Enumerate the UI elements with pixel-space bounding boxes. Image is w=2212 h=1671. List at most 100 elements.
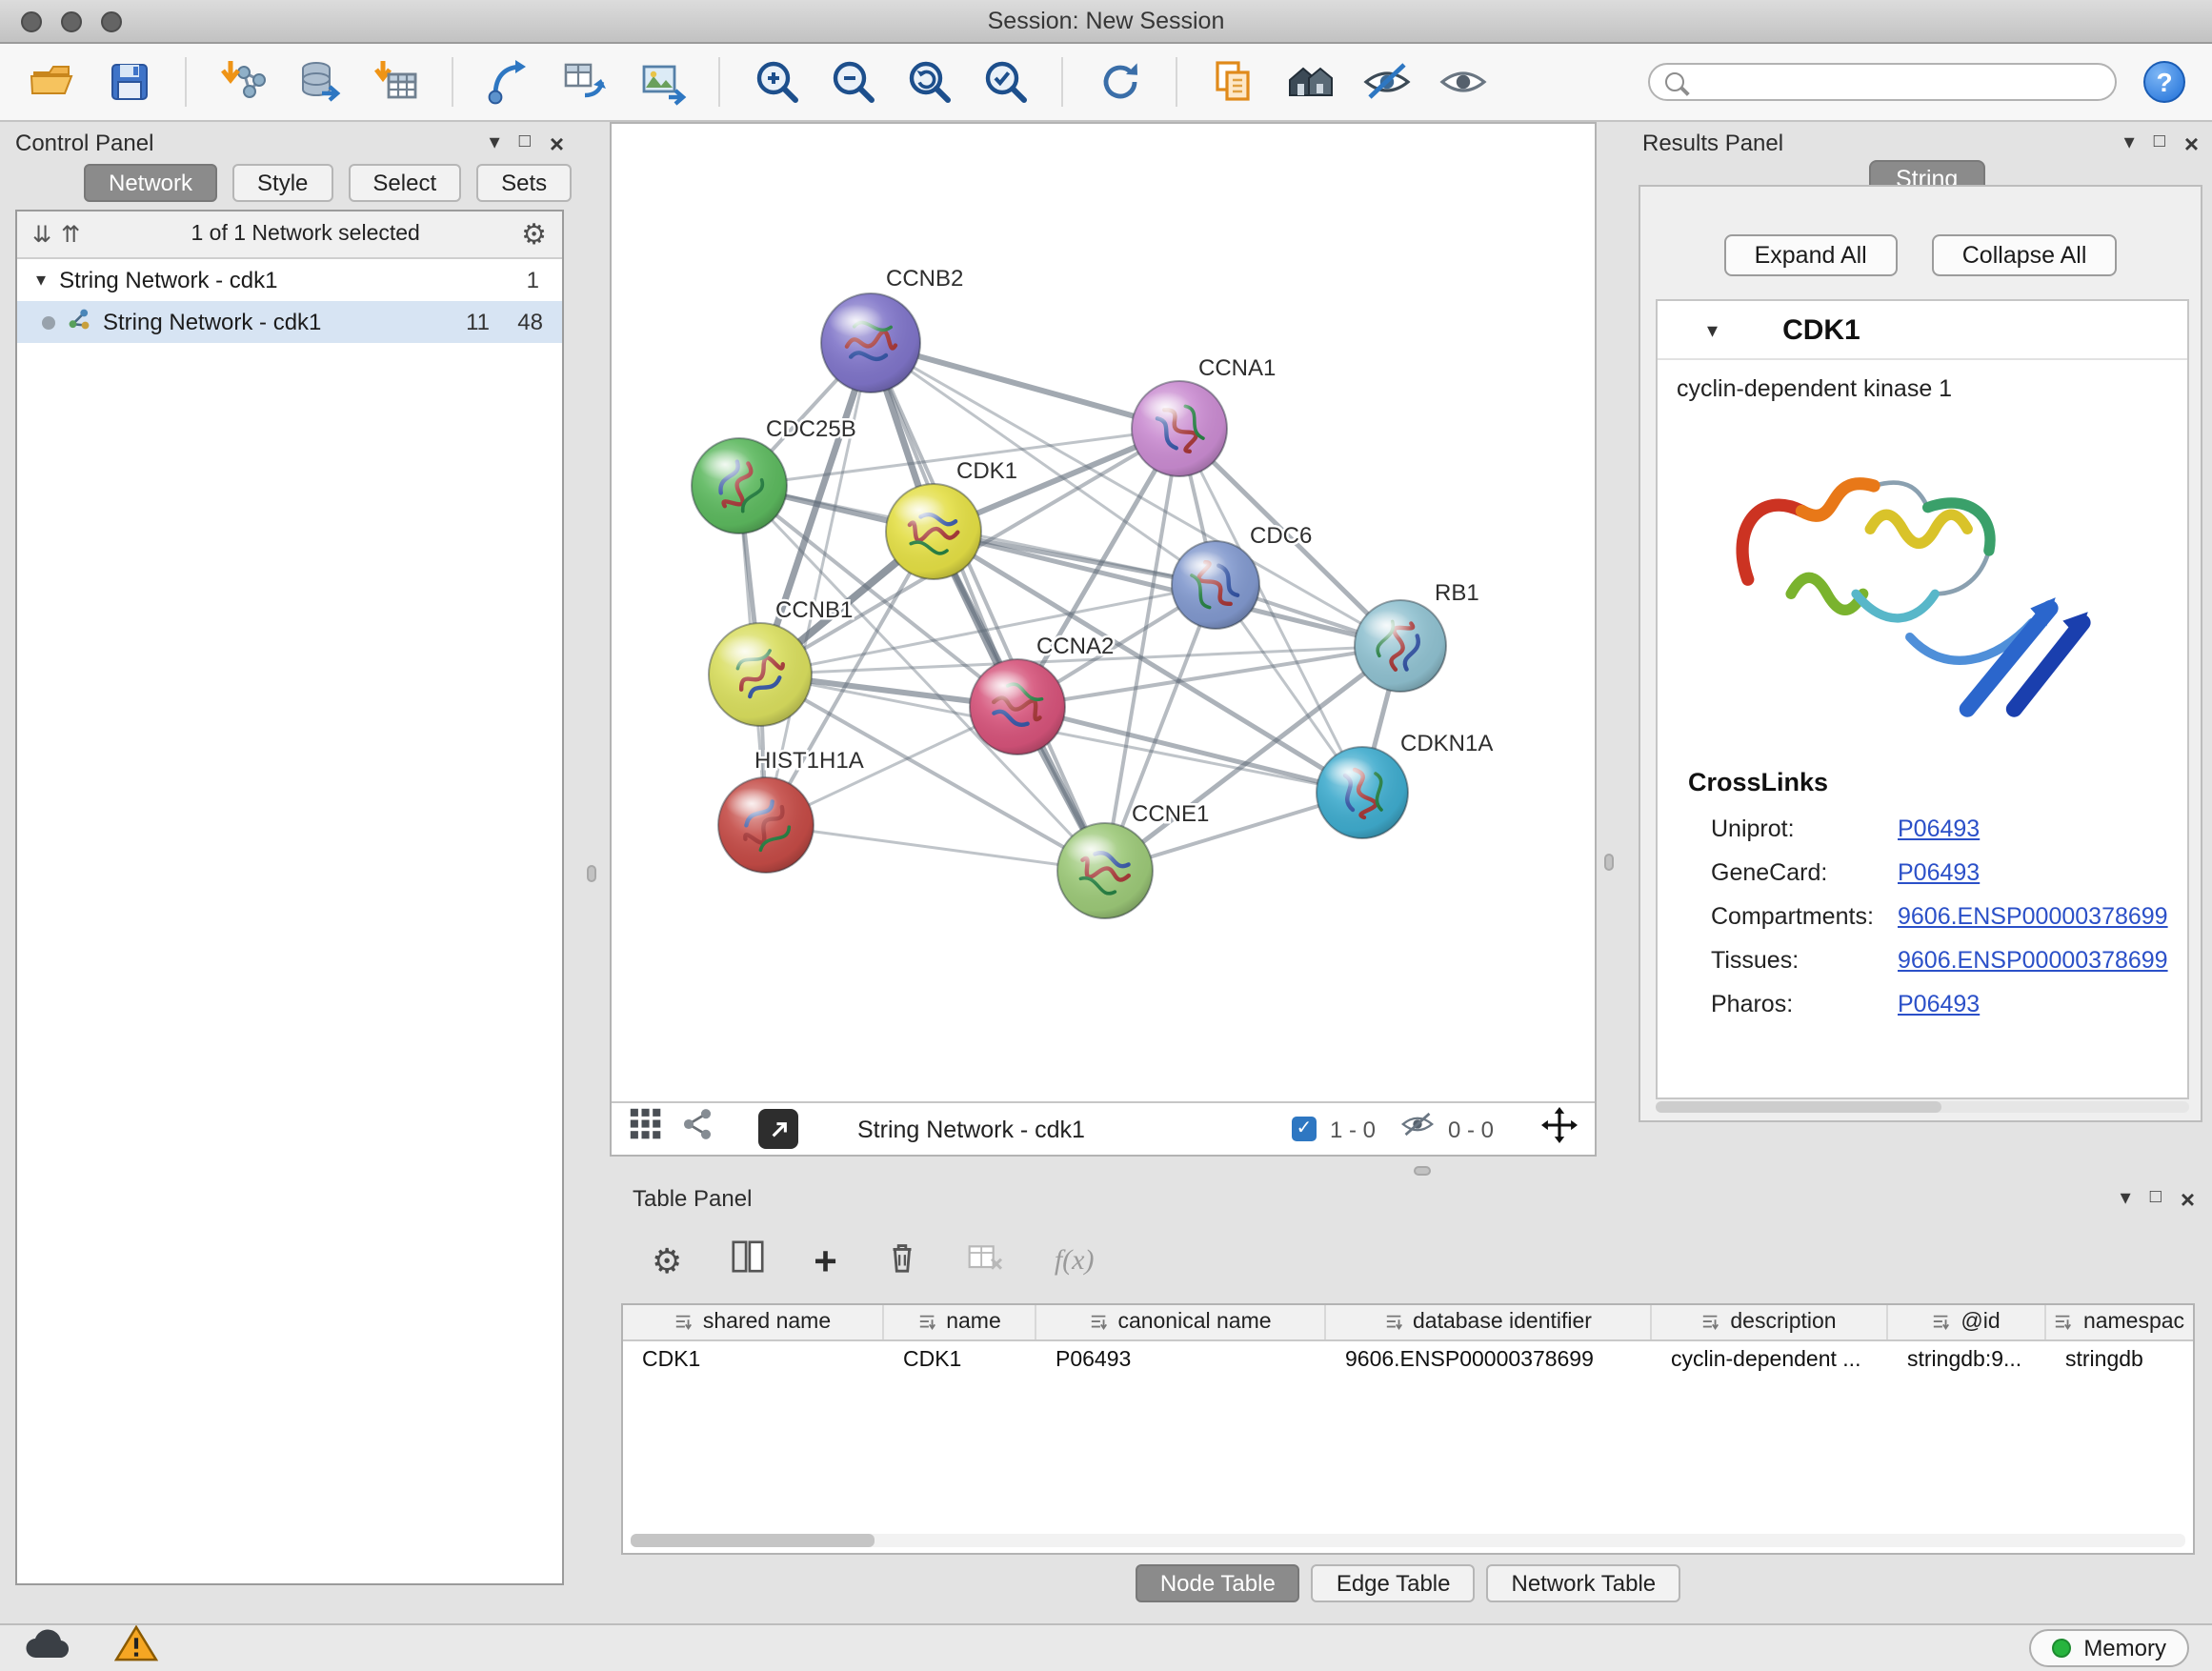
memory-button[interactable]: Memory bbox=[2028, 1629, 2189, 1667]
network-node-CDC25B[interactable] bbox=[692, 438, 787, 534]
network-node-CCNA1[interactable] bbox=[1132, 381, 1227, 476]
table-panel-close-icon[interactable]: × bbox=[2181, 1186, 2195, 1211]
copy-icon[interactable] bbox=[1208, 56, 1259, 108]
disclosure-triangle-icon[interactable]: ▾ bbox=[1707, 317, 1718, 342]
network-node-HIST1H1A[interactable] bbox=[718, 777, 814, 873]
column-header[interactable]: canonical name bbox=[1036, 1305, 1326, 1339]
save-session-icon[interactable] bbox=[103, 56, 154, 108]
cell-name[interactable]: CDK1 bbox=[884, 1348, 1036, 1371]
scrollbar-thumb[interactable] bbox=[1656, 1101, 1941, 1113]
search-input[interactable] bbox=[1696, 69, 2100, 95]
control-panel-float-icon[interactable]: □ bbox=[519, 133, 531, 152]
tab-edge-table[interactable]: Edge Table bbox=[1312, 1564, 1476, 1602]
cell-database-identifier[interactable]: 9606.ENSP00000378699 bbox=[1326, 1348, 1652, 1371]
collapse-all-button[interactable]: Collapse All bbox=[1932, 234, 2118, 276]
table-options-gear-icon[interactable]: ⚙ bbox=[652, 1241, 682, 1281]
help-button[interactable]: ? bbox=[2143, 61, 2185, 103]
column-header[interactable]: shared name bbox=[623, 1305, 884, 1339]
network-node-CDKN1A[interactable] bbox=[1317, 747, 1408, 838]
column-header[interactable]: name bbox=[884, 1305, 1036, 1339]
network-node-CCNB2[interactable] bbox=[821, 293, 920, 393]
control-panel-collapse-icon[interactable]: ▾ bbox=[490, 132, 500, 153]
crosslink-link[interactable]: 9606.ENSP00000378699 bbox=[1898, 946, 2168, 973]
cell-description[interactable]: cyclin-dependent ... bbox=[1652, 1348, 1888, 1371]
cell-canonical-name[interactable]: P06493 bbox=[1036, 1348, 1326, 1371]
bottom-splitter-handle[interactable] bbox=[1414, 1166, 1431, 1176]
tab-network[interactable]: Network bbox=[84, 164, 217, 202]
network-edge[interactable] bbox=[871, 343, 1105, 871]
add-column-icon[interactable]: + bbox=[814, 1241, 837, 1281]
network-edge[interactable] bbox=[934, 532, 1400, 646]
network-node-CDC6[interactable] bbox=[1172, 541, 1259, 629]
results-panel-collapse-icon[interactable]: ▾ bbox=[2124, 132, 2135, 153]
export-image-icon[interactable] bbox=[636, 56, 688, 108]
results-horizontal-scrollbar[interactable] bbox=[1656, 1101, 2189, 1113]
cell-shared-name[interactable]: CDK1 bbox=[623, 1348, 884, 1371]
column-header[interactable]: namespac bbox=[2046, 1305, 2193, 1339]
show-graphic-details-icon[interactable] bbox=[1437, 56, 1488, 108]
cell-id[interactable]: stringdb:9... bbox=[1888, 1348, 2046, 1371]
left-splitter-handle[interactable] bbox=[587, 865, 596, 882]
new-network-icon[interactable] bbox=[484, 56, 535, 108]
table-horizontal-scrollbar[interactable] bbox=[631, 1534, 2185, 1547]
expand-all-icon[interactable]: ⇈ bbox=[61, 221, 80, 248]
table-row[interactable]: CDK1 CDK1 P06493 9606.ENSP00000378699 cy… bbox=[623, 1341, 2193, 1378]
column-header[interactable]: database identifier bbox=[1326, 1305, 1652, 1339]
zoom-in-icon[interactable] bbox=[751, 56, 802, 108]
collapse-all-icon[interactable]: ⇊ bbox=[32, 221, 51, 248]
network-node-CCNB1[interactable] bbox=[709, 623, 812, 726]
show-columns-icon[interactable] bbox=[730, 1238, 766, 1284]
table-panel-collapse-icon[interactable]: ▾ bbox=[2121, 1188, 2131, 1209]
column-header[interactable]: @id bbox=[1888, 1305, 2046, 1339]
crosslink-link[interactable]: P06493 bbox=[1898, 990, 1980, 1017]
zoom-selected-icon[interactable] bbox=[979, 56, 1031, 108]
cloud-status-icon[interactable] bbox=[23, 1626, 72, 1670]
tab-sets[interactable]: Sets bbox=[476, 164, 572, 202]
apply-layout-icon[interactable] bbox=[1094, 56, 1145, 108]
results-panel-close-icon[interactable]: × bbox=[2184, 131, 2199, 155]
network-share-icon[interactable] bbox=[680, 1107, 714, 1151]
crosslink-link[interactable]: 9606.ENSP00000378699 bbox=[1898, 902, 2168, 929]
crosslink-link[interactable]: P06493 bbox=[1898, 858, 1980, 885]
tab-select[interactable]: Select bbox=[348, 164, 461, 202]
control-panel-close-icon[interactable]: × bbox=[550, 131, 564, 155]
network-edge[interactable] bbox=[766, 825, 1105, 871]
grid-view-icon[interactable] bbox=[629, 1107, 663, 1151]
new-network-from-table-icon[interactable] bbox=[560, 56, 612, 108]
tab-node-table[interactable]: Node Table bbox=[1136, 1564, 1300, 1602]
network-node-CDK1[interactable] bbox=[886, 484, 981, 579]
network-canvas[interactable]: CCNB2CCNA1CDC25BCDK1CDC6RB1CCNB1CCNA2CDK… bbox=[612, 124, 1595, 1101]
zoom-fit-icon[interactable] bbox=[903, 56, 955, 108]
network-node-CCNE1[interactable] bbox=[1057, 823, 1153, 918]
network-row-selected[interactable]: String Network - cdk1 11 48 bbox=[17, 301, 562, 343]
column-header[interactable]: description bbox=[1652, 1305, 1888, 1339]
network-options-gear-icon[interactable]: ⚙ bbox=[521, 217, 547, 252]
import-network-from-database-icon[interactable] bbox=[293, 56, 345, 108]
network-graph[interactable]: CCNB2CCNA1CDC25BCDK1CDC6RB1CCNB1CCNA2CDK… bbox=[612, 124, 1595, 1101]
open-session-icon[interactable] bbox=[27, 56, 78, 108]
disclosure-triangle-icon[interactable]: ▾ bbox=[36, 270, 46, 291]
expand-all-button[interactable]: Expand All bbox=[1724, 234, 1898, 276]
selected-nodes-checkbox-icon[interactable]: ✓ bbox=[1292, 1117, 1317, 1141]
node-details-header[interactable]: ▾ CDK1 bbox=[1658, 301, 2187, 360]
move-crosshair-icon[interactable] bbox=[1541, 1106, 1578, 1152]
right-splitter-handle[interactable] bbox=[1604, 854, 1614, 871]
results-panel-float-icon[interactable]: □ bbox=[2154, 133, 2165, 152]
warning-icon[interactable] bbox=[114, 1625, 158, 1671]
cell-namespace[interactable]: stringdb bbox=[2046, 1348, 2193, 1371]
delete-column-trash-icon[interactable] bbox=[885, 1238, 921, 1284]
scrollbar-thumb[interactable] bbox=[631, 1534, 875, 1547]
show-home-icon[interactable] bbox=[1284, 56, 1336, 108]
table-panel-float-icon[interactable]: □ bbox=[2150, 1189, 2162, 1208]
network-node-RB1[interactable] bbox=[1355, 600, 1446, 692]
network-collection-row[interactable]: ▾ String Network - cdk1 1 bbox=[17, 259, 562, 301]
crosslink-link[interactable]: P06493 bbox=[1898, 815, 1980, 841]
import-network-from-file-icon[interactable] bbox=[217, 56, 269, 108]
network-node-CCNA2[interactable] bbox=[970, 659, 1065, 755]
zoom-out-icon[interactable] bbox=[827, 56, 878, 108]
tab-network-table[interactable]: Network Table bbox=[1487, 1564, 1681, 1602]
hidden-eye-slash-icon[interactable] bbox=[1400, 1111, 1435, 1147]
birdseye-view-button[interactable] bbox=[758, 1109, 798, 1149]
show-hide-graphic-details-icon[interactable] bbox=[1360, 56, 1412, 108]
search-field[interactable] bbox=[1648, 63, 2117, 101]
